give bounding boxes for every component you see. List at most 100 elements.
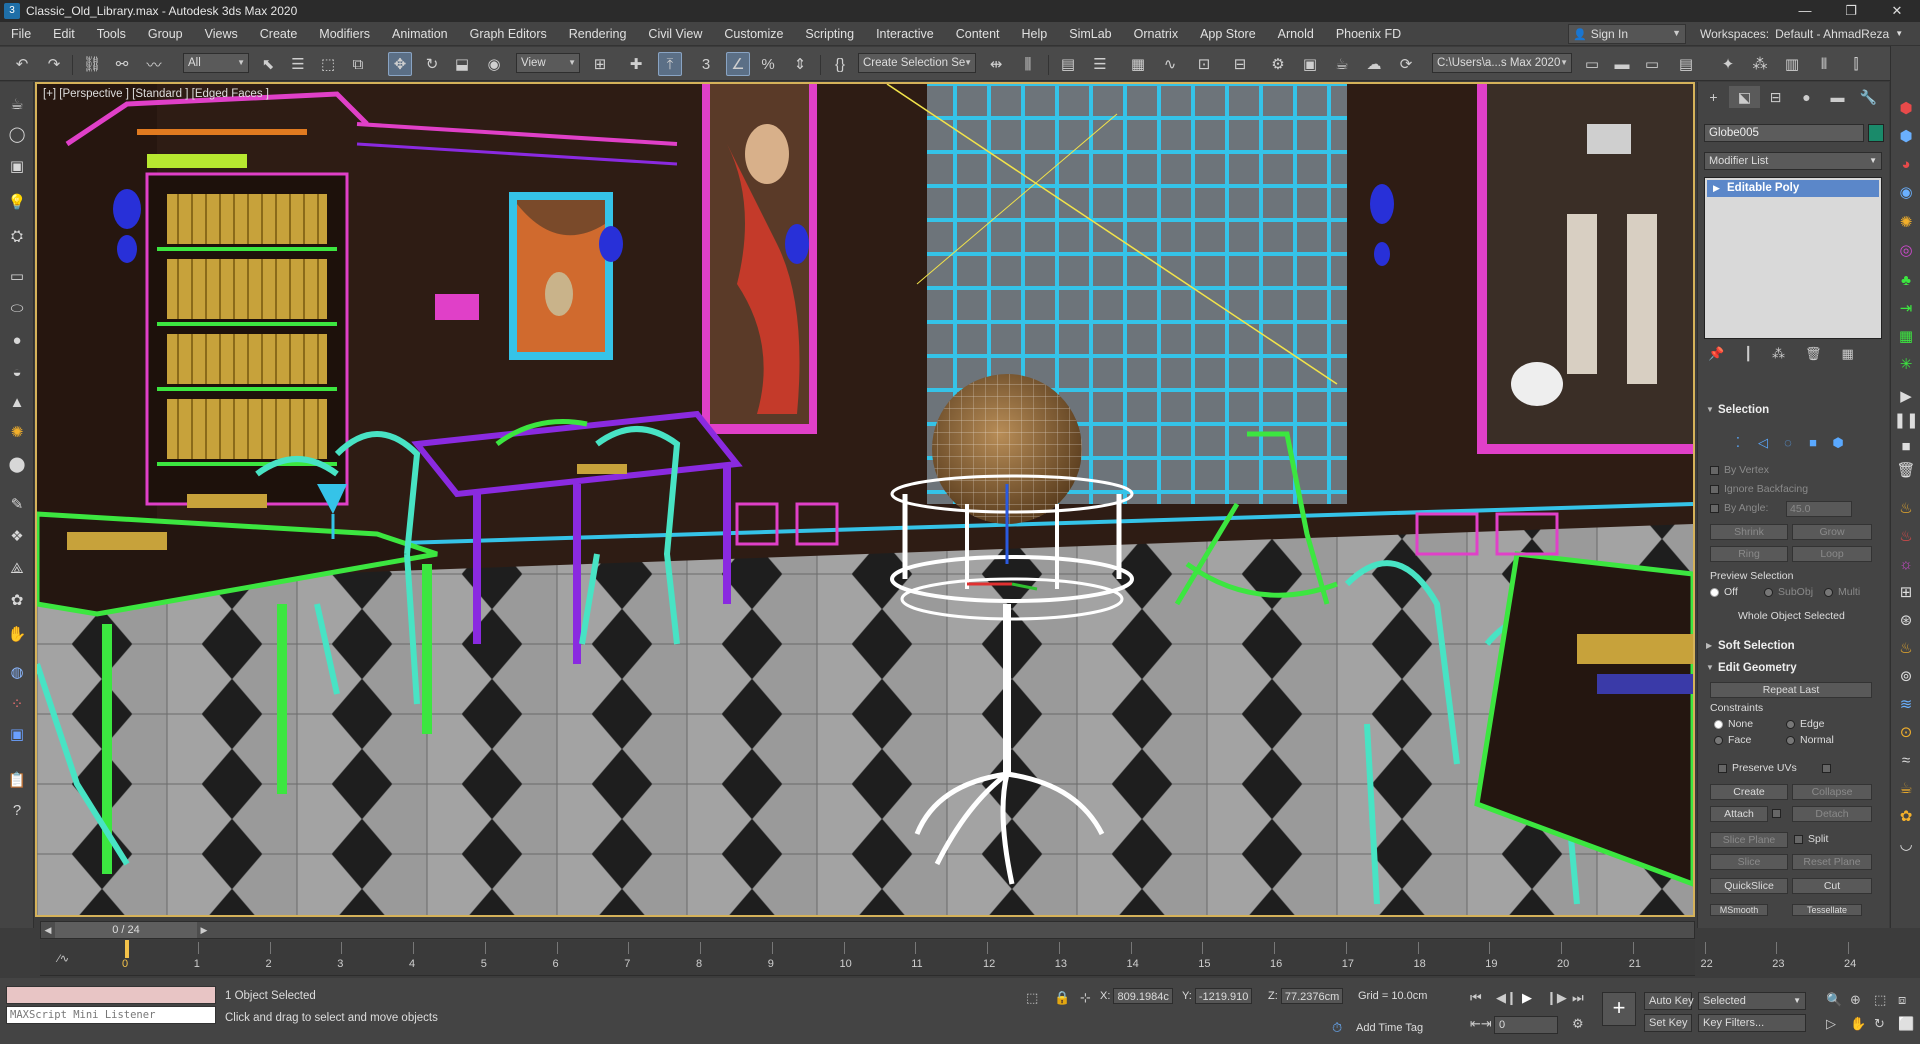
- polygon-level-icon[interactable]: ■: [1803, 434, 1823, 452]
- align-button[interactable]: ⫼: [1016, 52, 1040, 76]
- phoenix-fire-button[interactable]: ♨: [1894, 496, 1918, 520]
- angle-snap-toggle-button[interactable]: ∠: [726, 52, 750, 76]
- zoom-icon[interactable]: 🔍: [1826, 992, 1842, 1008]
- phoenix-cup-button[interactable]: ☕: [1894, 776, 1918, 800]
- play-button[interactable]: ▶: [1894, 384, 1918, 408]
- border-level-icon[interactable]: ◌: [1778, 434, 1798, 452]
- quickslice-button[interactable]: QuickSlice: [1710, 878, 1788, 894]
- mirror-button[interactable]: ⇹: [984, 52, 1008, 76]
- modifier-list-dropdown[interactable]: Modifier List ▼: [1704, 152, 1882, 170]
- color-palette-button[interactable]: ⁘: [5, 692, 29, 716]
- time-configuration-icon[interactable]: ⚙: [1572, 1016, 1584, 1032]
- vray-teapot-button[interactable]: ⬢: [1894, 124, 1918, 148]
- curve-editor-button[interactable]: ∿: [1158, 52, 1182, 76]
- render-iterative-button[interactable]: ⟳: [1394, 52, 1418, 76]
- attach-button[interactable]: Attach: [1710, 806, 1768, 822]
- split-checkbox[interactable]: [1794, 835, 1803, 844]
- motion-tab[interactable]: ●: [1791, 86, 1822, 108]
- select-and-link-button[interactable]: ⛓: [80, 52, 104, 76]
- key-mode-icon[interactable]: ⇤⇥: [1470, 1016, 1492, 1032]
- key-set-dropdown[interactable]: Selected ▼: [1698, 992, 1806, 1010]
- simlab-composer-button[interactable]: ✦: [1716, 52, 1740, 76]
- menu-customize[interactable]: Customize: [713, 22, 794, 46]
- zoom-all-icon[interactable]: ⊕: [1850, 992, 1861, 1008]
- edit-geometry-rollout[interactable]: ▼ Edit Geometry: [1704, 660, 1884, 676]
- element-level-icon[interactable]: ⬢: [1828, 434, 1848, 452]
- keyboard-shortcut-override-button[interactable]: ⤒: [658, 52, 682, 76]
- constraint-edge-radio[interactable]: [1786, 720, 1795, 729]
- rendered-frame-window-button[interactable]: ▣: [1298, 52, 1322, 76]
- pan-view-icon[interactable]: ✋: [1850, 1016, 1866, 1032]
- menu-edit[interactable]: Edit: [42, 22, 86, 46]
- menu-app-store[interactable]: App Store: [1189, 22, 1267, 46]
- paint-deformation-button[interactable]: ✎: [5, 492, 29, 516]
- create-sphere-primitive-button[interactable]: ●: [5, 328, 29, 352]
- snaps-toggle-button[interactable]: 3: [694, 52, 718, 76]
- create-plane-button[interactable]: ▭: [5, 264, 29, 288]
- project-folder-dropdown[interactable]: C:\Users\a...s Max 2020 ▼: [1432, 53, 1572, 73]
- phoenix-forces-button[interactable]: ⊚: [1894, 664, 1918, 688]
- menu-content[interactable]: Content: [945, 22, 1011, 46]
- constraint-none-radio[interactable]: [1714, 720, 1723, 729]
- create-camera-button[interactable]: ⛭: [5, 224, 29, 248]
- render-in-cloud-button[interactable]: ☁: [1362, 52, 1386, 76]
- by-angle-checkbox[interactable]: [1710, 504, 1719, 513]
- vray-sun-button[interactable]: ✺: [1894, 210, 1918, 234]
- repeat-last-button[interactable]: Repeat Last: [1710, 682, 1872, 698]
- menu-ornatrix[interactable]: Ornatrix: [1123, 22, 1189, 46]
- menu-views[interactable]: Views: [194, 22, 249, 46]
- constraint-normal-radio[interactable]: [1786, 736, 1795, 745]
- toggle-ribbon-button[interactable]: ▦: [1126, 52, 1150, 76]
- set-key-button[interactable]: Set Key: [1644, 1014, 1692, 1032]
- render-production-button[interactable]: ☕: [1330, 52, 1354, 76]
- bone-button[interactable]: ⟁: [5, 556, 29, 580]
- utilities-tab[interactable]: 🔧: [1853, 86, 1884, 108]
- preview-off-radio[interactable]: [1710, 588, 1719, 597]
- pivot-center-button[interactable]: ⊞: [588, 52, 612, 76]
- soft-selection-rollout[interactable]: ▶ Soft Selection: [1704, 638, 1884, 654]
- menu-graph-editors[interactable]: Graph Editors: [459, 22, 558, 46]
- select-and-move-button[interactable]: ✥: [388, 52, 412, 76]
- named-selection-set-dropdown[interactable]: Create Selection Se ▼: [858, 53, 976, 73]
- key-filters-button[interactable]: Key Filters...: [1698, 1014, 1806, 1032]
- maxscript-listener-input[interactable]: MAXScript Mini Listener: [6, 1006, 216, 1024]
- workspace-selector[interactable]: Workspaces: Default - AhmadReza ▼: [1700, 22, 1903, 46]
- select-and-place-button[interactable]: ◉: [482, 52, 506, 76]
- create-sphere-button[interactable]: ☕: [5, 92, 29, 116]
- phoenix-smoke-button[interactable]: ♨: [1894, 524, 1918, 548]
- vray-dome-button[interactable]: ◎: [1894, 238, 1918, 262]
- percent-snap-toggle-button[interactable]: %: [756, 52, 780, 76]
- menu-interactive[interactable]: Interactive: [865, 22, 945, 46]
- attach-list-button[interactable]: [1772, 809, 1781, 818]
- configure-sets-icon[interactable]: ▦: [1842, 346, 1854, 368]
- tessellate-button[interactable]: Tessellate: [1792, 904, 1862, 916]
- phoenix-ocean-button[interactable]: ≋: [1894, 692, 1918, 716]
- curve-toggle-icon[interactable]: ⁄∿: [58, 952, 69, 965]
- redo-button[interactable]: ↷: [42, 52, 66, 76]
- maximize-viewport-icon[interactable]: ⬜: [1898, 1016, 1914, 1032]
- sign-in-dropdown[interactable]: 👤 Sign In ▼: [1568, 24, 1686, 44]
- orbit-icon[interactable]: ↻: [1874, 1016, 1885, 1032]
- create-shapes-button[interactable]: ◯: [5, 122, 29, 146]
- help-button[interactable]: ?: [5, 798, 29, 822]
- menu-group[interactable]: Group: [137, 22, 194, 46]
- show-end-result-icon[interactable]: ┃: [1744, 346, 1752, 368]
- vray-cube-button[interactable]: ⬢: [1894, 96, 1918, 120]
- create-box-button[interactable]: ▣: [5, 154, 29, 178]
- y-coordinate-field[interactable]: -1219.910: [1194, 988, 1253, 1004]
- previous-frame-arrow[interactable]: ◀: [41, 922, 55, 938]
- spinner-snap-toggle-button[interactable]: ⇕: [788, 52, 812, 76]
- isolate-selection-icon[interactable]: ⬚: [1026, 990, 1038, 1006]
- stack-item-editable-poly[interactable]: ▶ Editable Poly: [1707, 180, 1879, 197]
- select-and-rotate-button[interactable]: ↻: [420, 52, 444, 76]
- create-cylinder-button[interactable]: ⬭: [5, 296, 29, 320]
- layer-explorer-button[interactable]: ☰: [1088, 52, 1112, 76]
- add-time-tag-button[interactable]: Add Time Tag: [1356, 1020, 1423, 1036]
- schematic-view-button[interactable]: ⊡: [1192, 52, 1216, 76]
- select-manipulate-button[interactable]: ✚: [624, 52, 648, 76]
- menu-modifiers[interactable]: Modifiers: [308, 22, 381, 46]
- preview-subobj-radio[interactable]: [1764, 588, 1773, 597]
- display-tab[interactable]: ▬: [1822, 86, 1853, 108]
- selection-filter-dropdown[interactable]: All ▼: [183, 53, 249, 73]
- expand-triangle-icon[interactable]: ▶: [1713, 180, 1720, 197]
